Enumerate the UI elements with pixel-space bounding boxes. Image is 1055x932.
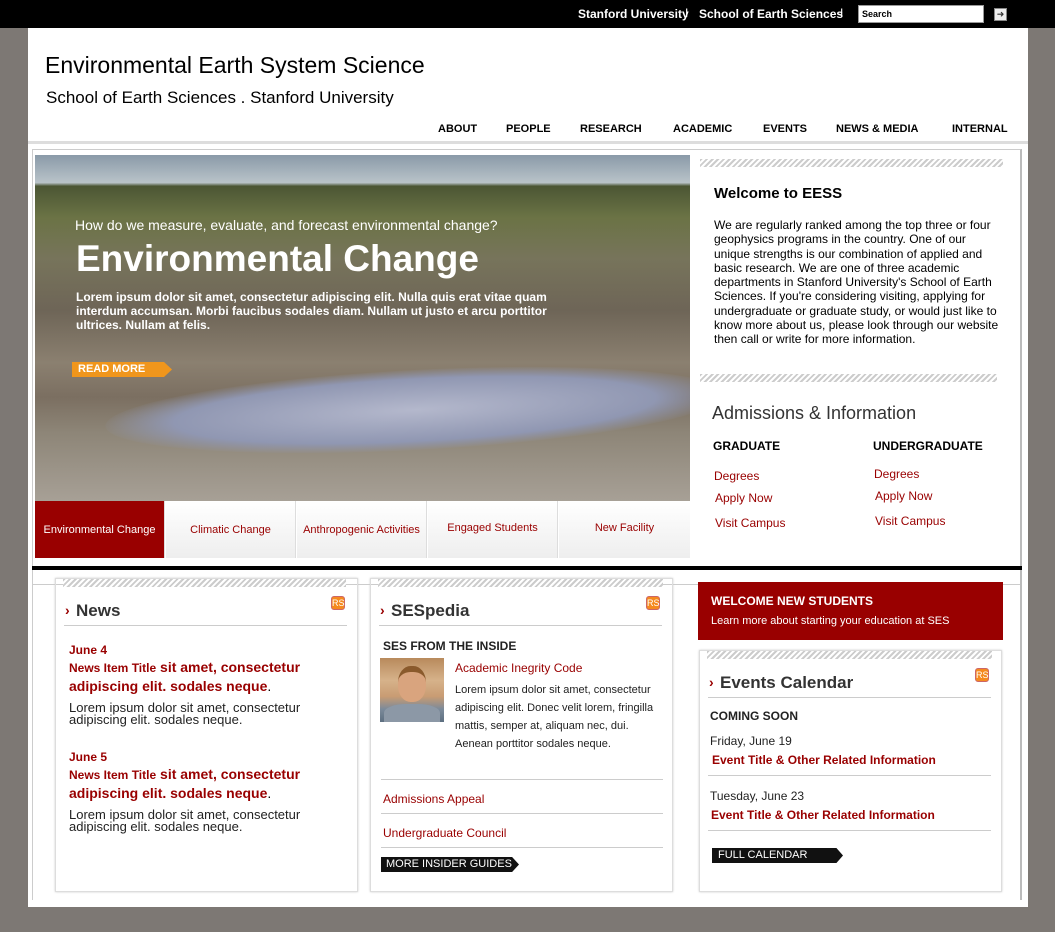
sespedia-divider — [379, 625, 662, 626]
undergraduate-council-link[interactable]: Undergraduate Council — [383, 826, 506, 840]
tab-anthropogenic-activities[interactable]: Anthropogenic Activities — [297, 501, 427, 558]
events-divider — [708, 830, 991, 831]
event-title-link[interactable]: Event Title & Other Related Information — [712, 753, 936, 767]
tab-label: New Facility — [594, 522, 655, 534]
news-body: Lorem ipsum dolor sit amet, consectetur … — [69, 700, 301, 727]
welcome-stripe — [700, 159, 1003, 167]
undergraduate-visit-campus-link[interactable]: Visit Campus — [875, 514, 945, 528]
events-arrow-icon: › — [709, 674, 714, 690]
admissions-heading: Admissions & Information — [712, 403, 917, 423]
tab-engaged-students[interactable]: Engaged Students — [428, 501, 558, 558]
event-title-link[interactable]: Event Title & Other Related Information — [711, 808, 935, 822]
news-stripe — [63, 579, 346, 587]
sespedia-divider — [381, 779, 663, 780]
new-students-title: WELCOME NEW STUDENTS — [711, 594, 873, 608]
news-rss-icon[interactable]: RSS — [331, 596, 351, 610]
welcome-body: We are regularly ranked among the top th… — [714, 218, 999, 347]
news-date: June 5 — [69, 750, 108, 764]
events-stripe — [707, 651, 992, 659]
sespedia-stripe — [378, 579, 663, 587]
new-students-subtitle: Learn more about starting your education… — [711, 615, 950, 627]
nav-academic[interactable]: ACADEMIC — [673, 123, 732, 135]
full-calendar-button[interactable]: FULL CALENDAR — [712, 848, 843, 863]
nav-events[interactable]: EVENTS — [763, 123, 807, 135]
tab-environmental-change[interactable]: Environmental Change — [35, 501, 165, 558]
tab-new-facility[interactable]: New Facility — [559, 501, 690, 558]
news-heading: News — [76, 601, 121, 620]
undergraduate-apply-now-link[interactable]: Apply Now — [875, 489, 932, 503]
student-photo — [380, 658, 444, 722]
event-date: Friday, June 19 — [710, 734, 792, 748]
nav-divider — [28, 141, 1028, 144]
admissions-appeal-link[interactable]: Admissions Appeal — [383, 792, 484, 806]
tab-climatic-change[interactable]: Climatic Change — [166, 501, 296, 558]
undergraduate-label: UNDERGRADUATE — [873, 439, 983, 453]
news-title-label: News Item Title — [69, 661, 157, 675]
pond-illustration — [103, 353, 690, 467]
events-divider — [708, 775, 991, 776]
stanford-university-link[interactable]: Stanford University — [578, 7, 689, 21]
school-of-earth-sciences-link[interactable]: School of Earth Sciences — [699, 7, 843, 21]
site-subtitle: School of Earth Sciences . Stanford Univ… — [46, 88, 394, 107]
news-title-period: . — [267, 678, 272, 694]
hero-question: How do we measure, evaluate, and forecas… — [75, 217, 498, 233]
tab-label: Environmental Change — [43, 524, 156, 536]
top-separator: I — [840, 6, 844, 20]
nav-research[interactable]: RESEARCH — [580, 123, 642, 135]
sespedia-rss-icon[interactable]: RSS — [646, 596, 666, 610]
photo-shirt — [384, 704, 440, 722]
graduate-visit-campus-link[interactable]: Visit Campus — [715, 516, 785, 530]
top-bar: Stanford University I School of Earth Sc… — [0, 0, 1055, 28]
search-go-button[interactable]: ➜ — [994, 8, 1007, 21]
welcome-new-students-banner[interactable]: WELCOME NEW STUDENTS Learn more about st… — [698, 582, 1003, 640]
news-date: June 4 — [69, 643, 108, 657]
undergraduate-degrees-link[interactable]: Degrees — [874, 467, 919, 481]
events-subheading: COMING SOON — [710, 709, 799, 723]
sespedia-feature-body: Lorem ipsum dolor sit amet, consectetur … — [455, 684, 654, 750]
tab-label: Climatic Change — [190, 524, 271, 536]
tab-label: Anthropogenic Activities — [303, 524, 420, 536]
sespedia-feature-body-short: Lorem ipsum dolor sit amet, consectetur … — [455, 681, 655, 753]
tab-label: Engaged Students — [447, 522, 538, 534]
sespedia-subheading: SES FROM THE INSIDE — [383, 639, 517, 653]
events-divider — [708, 697, 991, 698]
nav-people[interactable]: PEOPLE — [506, 123, 551, 135]
search-input[interactable] — [858, 5, 984, 23]
news-title-period: . — [267, 785, 272, 801]
nav-internal[interactable]: INTERNAL — [952, 123, 1008, 135]
admissions-stripe — [700, 374, 997, 382]
welcome-heading: Welcome to EESS — [714, 185, 843, 202]
graduate-label: GRADUATE — [713, 439, 781, 453]
page-container: Environmental Earth System Science Schoo… — [28, 28, 1028, 907]
hero-image: How do we measure, evaluate, and forecas… — [35, 155, 690, 501]
hero-heading: Environmental Change — [76, 238, 479, 279]
more-insider-guides-button[interactable]: MORE INSIDER GUIDES — [381, 857, 519, 872]
news-title-link[interactable]: News Item Title sit amet, consectetur ad… — [69, 765, 319, 802]
top-separator: I — [685, 6, 689, 20]
news-divider — [64, 625, 347, 626]
events-rss-icon[interactable]: RSS — [975, 668, 995, 682]
graduate-degrees-link[interactable]: Degrees — [714, 469, 759, 483]
news-arrow-icon: › — [65, 602, 70, 618]
nav-about[interactable]: ABOUT — [438, 123, 477, 135]
news-title-link[interactable]: News Item Title sit amet, consectetur ad… — [69, 658, 319, 695]
photo-head — [398, 666, 426, 702]
sespedia-divider — [381, 813, 663, 814]
news-body: Lorem ipsum dolor sit amet, consectetur … — [69, 807, 301, 834]
sespedia-heading: SESpedia — [391, 601, 470, 620]
events-heading: Events Calendar — [720, 673, 854, 692]
academic-integrity-link[interactable]: Academic Inegrity Code — [455, 661, 582, 675]
sespedia-arrow-icon: › — [380, 602, 385, 618]
graduate-apply-now-link[interactable]: Apply Now — [715, 491, 772, 505]
site-title[interactable]: Environmental Earth System Science — [45, 52, 425, 79]
nav-news-media[interactable]: NEWS & MEDIA — [836, 123, 919, 135]
hero-body: Lorem ipsum dolor sit amet, consectetur … — [76, 290, 547, 332]
event-date: Tuesday, June 23 — [710, 789, 805, 803]
sespedia-divider — [381, 847, 663, 848]
news-title-label: News Item Title — [69, 768, 157, 782]
read-more-button[interactable]: READ MORE — [72, 362, 172, 377]
